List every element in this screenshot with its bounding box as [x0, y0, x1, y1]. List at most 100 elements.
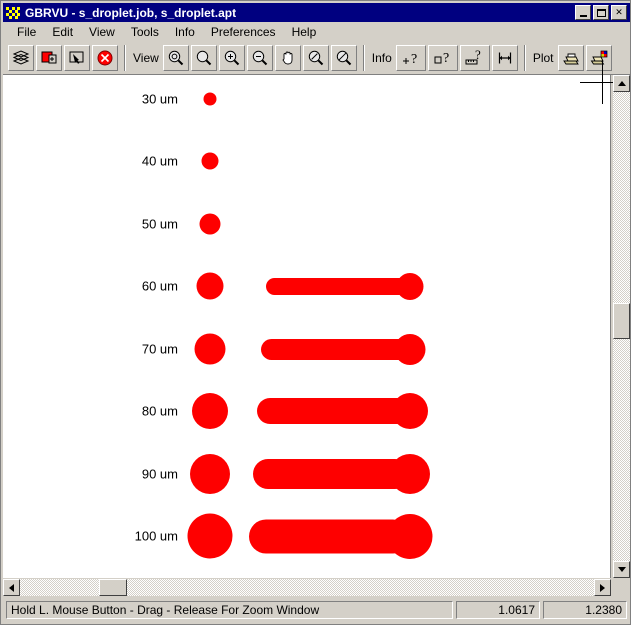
menu-item-preferences[interactable]: Preferences [203, 23, 284, 41]
magnifier-full-icon [167, 49, 185, 67]
distance-caliper-icon [496, 49, 514, 67]
svg-text:?: ? [475, 49, 481, 62]
droplet-trace [257, 393, 428, 429]
chevron-down-icon [617, 567, 626, 572]
droplet-trace [253, 454, 430, 494]
stop-button[interactable] [92, 44, 118, 71]
maximize-button[interactable] [593, 5, 609, 20]
status-bar: Hold L. Mouse Button - Drag - Release Fo… [3, 599, 630, 621]
minimize-button[interactable] [575, 5, 591, 20]
droplet-trace [261, 333, 426, 365]
print-color-button[interactable] [585, 44, 612, 71]
drawing-canvas[interactable]: 30 um 40 um 50 um 60 um 70 um 80 um 90 um 100 u… [3, 75, 611, 578]
info-area-button[interactable]: ? [427, 44, 458, 71]
size-label: 60 um [141, 278, 178, 294]
trace-end-pad [392, 393, 428, 429]
pointer-tag-icon [68, 49, 86, 67]
trace-end-pad [396, 272, 424, 300]
chevron-up-icon [617, 81, 626, 86]
red-cancel-icon [96, 49, 114, 67]
magnifier-plus-icon [223, 49, 241, 67]
info-point-button[interactable]: ? [395, 44, 426, 71]
trace-end-pad [390, 454, 430, 494]
menu-item-edit[interactable]: Edit [44, 23, 81, 41]
droplet-pad [196, 272, 224, 300]
status-coord-y-panel: 1.2380 [543, 601, 627, 619]
magnifier-icon [195, 49, 213, 67]
trace-body [266, 277, 410, 295]
hand-icon [279, 49, 297, 67]
svg-text:?: ? [443, 51, 449, 66]
point-question-icon: ? [400, 49, 422, 67]
vertical-scroll-thumb[interactable] [613, 303, 630, 339]
horizontal-scrollbar[interactable] [3, 579, 611, 596]
menu-item-tools[interactable]: Tools [123, 23, 167, 41]
droplet-pad [192, 393, 228, 429]
printer-color-icon [590, 49, 608, 67]
print-button[interactable] [557, 44, 584, 71]
magnifier-redraw-icon [335, 49, 353, 67]
size-label: 40 um [141, 153, 178, 169]
menu-item-info[interactable]: Info [167, 23, 203, 41]
menu-item-help[interactable]: Help [284, 23, 325, 41]
pan-button[interactable] [274, 44, 301, 71]
toolbar-separator [124, 44, 126, 71]
size-label: 80 um [141, 403, 178, 419]
close-button[interactable]: ✕ [611, 5, 627, 20]
scroll-right-button[interactable] [594, 579, 611, 596]
toolbar-separator [362, 44, 365, 71]
info-measure-button[interactable]: ? [459, 44, 490, 71]
toolbar-separator [523, 44, 526, 71]
droplet-pad [201, 152, 219, 170]
droplet-trace [249, 513, 433, 559]
trace-body [261, 338, 410, 360]
trace-body [249, 519, 410, 553]
zoom-redraw-button[interactable] [330, 44, 357, 71]
layers-icon [12, 49, 30, 67]
ruler-question-icon: ? [464, 49, 486, 67]
scroll-up-button[interactable] [613, 75, 630, 92]
gbrvu-window: GBRVU - s_droplet.job, s_droplet.apt ✕ F… [0, 0, 631, 625]
status-hint-panel: Hold L. Mouse Button - Drag - Release Fo… [6, 601, 453, 619]
title-bar: GBRVU - s_droplet.job, s_droplet.apt ✕ [3, 3, 630, 22]
horizontal-scroll-thumb[interactable] [99, 579, 127, 596]
menu-item-file[interactable]: File [9, 23, 44, 41]
red-square-layer-icon [40, 49, 58, 67]
toolbar-group-label-view: View [133, 50, 159, 65]
scroll-down-button[interactable] [613, 561, 630, 578]
window-title: GBRVU - s_droplet.job, s_droplet.apt [25, 5, 237, 20]
menu-item-view[interactable]: View [81, 23, 123, 41]
color-layer-button[interactable] [36, 44, 62, 71]
printer-icon [562, 49, 580, 67]
magnifier-back-icon [307, 49, 325, 67]
trace-body [253, 459, 410, 489]
droplet-pad [190, 454, 230, 494]
size-label: 70 um [141, 341, 178, 357]
status-coord-x-panel: 1.0617 [456, 601, 540, 619]
scrollbar-corner [613, 579, 630, 596]
trace-end-pad [394, 333, 426, 365]
info-distance-button[interactable] [491, 44, 518, 71]
droplet-trace [266, 272, 424, 300]
zoom-out-button[interactable] [246, 44, 273, 71]
chevron-left-icon [9, 583, 14, 592]
zoom-in-button[interactable] [218, 44, 245, 71]
select-layer-button[interactable] [64, 44, 90, 71]
zoom-previous-button[interactable] [302, 44, 329, 71]
chevron-right-icon [600, 583, 605, 592]
droplet-pad [203, 92, 217, 106]
size-label: 90 um [141, 466, 178, 482]
droplet-pad [199, 213, 221, 235]
toolbar-group-label-plot: Plot [532, 50, 554, 65]
zoom-full-button[interactable] [162, 44, 189, 71]
size-label: 50 um [141, 216, 178, 232]
layers-button[interactable] [8, 44, 34, 71]
size-label: 30 um [141, 91, 178, 107]
zoom-window-button[interactable] [190, 44, 217, 71]
magnifier-minus-icon [251, 49, 269, 67]
menu-bar: File Edit View Tools Info Preferences He… [3, 22, 630, 41]
size-label: 100 um [134, 528, 178, 544]
vertical-scrollbar[interactable] [613, 75, 630, 578]
window-controls: ✕ [575, 5, 627, 20]
scroll-left-button[interactable] [3, 579, 20, 596]
